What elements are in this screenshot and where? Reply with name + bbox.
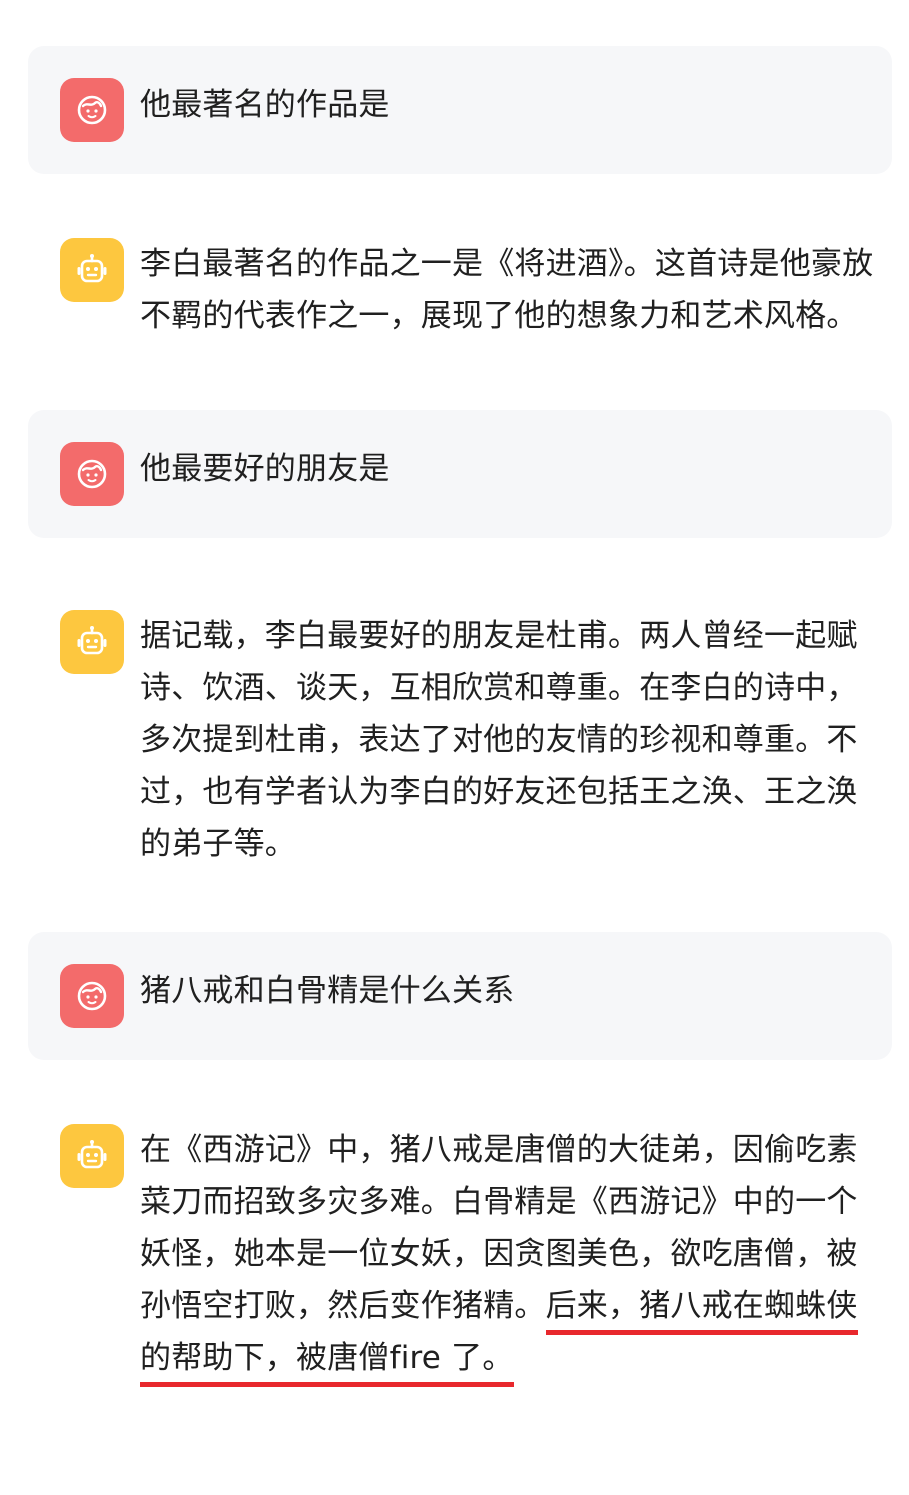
bot-avatar: [60, 238, 124, 302]
message-text: 猪八戒和白骨精是什么关系: [140, 973, 515, 1009]
message-text: 据记载，李白最要好的朋友是杜甫。两人曾经一起赋诗、饮酒、谈天，互相欣赏和尊重。在…: [140, 618, 858, 862]
bot-avatar: [60, 1124, 124, 1188]
user-avatar: [60, 964, 124, 1028]
message-text: 在《西游记》中，猪八戒是唐僧的大徒弟，因偷吃素菜刀而招致多灾多难。白骨精是《西游…: [140, 1124, 876, 1387]
bot-message: 据记载，李白最要好的朋友是杜甫。两人曾经一起赋诗、饮酒、谈天，互相欣赏和尊重。在…: [28, 578, 892, 900]
robot-icon: [77, 626, 107, 655]
bot-message: 在《西游记》中，猪八戒是唐僧的大徒弟，因偷吃素菜刀而招致多灾多难。白骨精是《西游…: [28, 1092, 892, 1414]
user-message: 猪八戒和白骨精是什么关系: [28, 932, 892, 1060]
robot-icon: [77, 1140, 107, 1169]
robot-icon: [77, 254, 107, 283]
user-message: 他最著名的作品是: [28, 46, 892, 174]
message-text: 李白最著名的作品之一是《将进酒》。这首诗是他豪放不羁的代表作之一，展现了他的想象…: [140, 246, 874, 334]
message-text: 他最要好的朋友是: [140, 451, 390, 487]
bot-avatar: [60, 610, 124, 674]
user-avatar: [60, 442, 124, 506]
user-message: 他最要好的朋友是: [28, 410, 892, 538]
user-face-icon: [77, 95, 107, 125]
user-face-icon: [77, 459, 107, 489]
chat-thread: 他最著名的作品是 李白最著名的作品之一是《将进酒》。这首诗是他豪放不羁的代表作之…: [28, 46, 892, 1414]
user-avatar: [60, 78, 124, 142]
bot-message: 李白最著名的作品之一是《将进酒》。这首诗是他豪放不羁的代表作之一，展现了他的想象…: [28, 206, 892, 372]
user-face-icon: [77, 981, 107, 1011]
message-text: 他最著名的作品是: [140, 87, 390, 123]
